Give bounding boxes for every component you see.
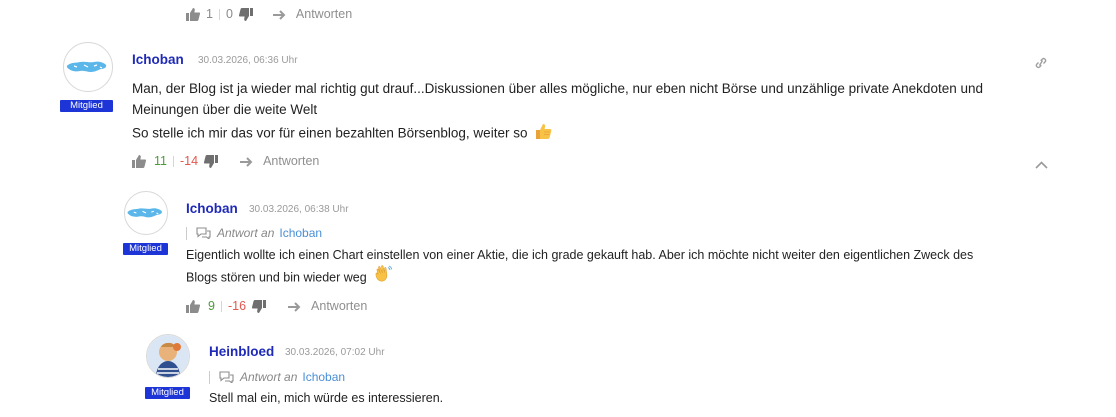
username[interactable]: Heinbloed xyxy=(209,344,274,359)
avatar[interactable] xyxy=(63,42,113,92)
thumbs-up-icon[interactable] xyxy=(186,299,200,313)
dislike-count: -14 xyxy=(179,154,199,168)
avatar[interactable] xyxy=(146,334,190,378)
reply-reference-prefix: Antwort an xyxy=(217,226,275,240)
comment-text: Stell mal ein, mich würde es interessier… xyxy=(209,388,1009,408)
reply-reference-prefix: Antwort an xyxy=(240,370,298,384)
reply-button[interactable]: Antworten xyxy=(240,154,319,168)
comment-text: Man, der Blog ist ja wieder mal richtig … xyxy=(132,78,1052,147)
dislike-count: 0 xyxy=(225,7,233,21)
comment-line: So stelle ich mir das vor für einen beza… xyxy=(132,121,1052,147)
thumbs-down-icon[interactable] xyxy=(238,7,253,21)
chat-bubble-icon xyxy=(196,227,211,239)
avatar-image xyxy=(66,61,107,72)
reply-arrow-icon xyxy=(272,9,286,20)
reply-arrow-icon xyxy=(288,301,301,312)
thumbs-up-icon[interactable] xyxy=(186,7,200,21)
thumbs-up-emoji-icon xyxy=(533,121,553,147)
username[interactable]: Ichoban xyxy=(132,52,184,67)
avatar[interactable] xyxy=(124,191,168,235)
like-count: 11 xyxy=(154,154,167,168)
reply-reference-bar xyxy=(209,370,210,384)
waving-hand-emoji-icon xyxy=(373,265,393,291)
comment-text: Eigentlich wollte ich einen Chart einste… xyxy=(186,245,1066,291)
reply-reference: Antwort an Ichoban xyxy=(186,226,322,240)
vote-separator xyxy=(220,300,222,312)
member-badge: Mitglied xyxy=(60,100,113,112)
reply-label: Antworten xyxy=(263,154,320,168)
reply-reference: Antwort an Ichoban xyxy=(209,370,345,384)
vote-separator xyxy=(218,8,220,20)
top-comment-actions: 1 0 Antworten xyxy=(186,6,352,22)
thumbs-down-icon[interactable] xyxy=(204,154,219,168)
reply-reference-bar xyxy=(186,226,187,240)
thumbs-up-icon[interactable] xyxy=(132,154,146,168)
comment-date: 30.03.2026, 07:02 Uhr xyxy=(285,347,385,358)
comment-line: Meinungen über die weite Welt xyxy=(132,102,318,117)
comment-line: Stell mal ein, mich würde es interessier… xyxy=(209,391,444,405)
vote-separator xyxy=(172,155,174,167)
comment-actions: 11 -14 Antworten xyxy=(132,153,319,169)
like-count: 9 xyxy=(208,299,215,313)
member-badge: Mitglied xyxy=(123,243,168,255)
comment-line: Man, der Blog ist ja wieder mal richtig … xyxy=(132,81,983,96)
dislike-count: -16 xyxy=(227,299,247,313)
comment-actions: 9 -16 Antworten xyxy=(186,298,367,314)
avatar-image xyxy=(127,208,162,218)
comment-date: 30.03.2026, 06:36 Uhr xyxy=(198,55,298,66)
like-count: 1 xyxy=(206,7,213,21)
reply-reference-user[interactable]: Ichoban xyxy=(279,226,322,240)
username[interactable]: Ichoban xyxy=(186,201,238,216)
thumbs-down-icon[interactable] xyxy=(252,299,267,313)
reply-arrow-icon xyxy=(240,156,253,167)
reply-label: Antworten xyxy=(311,299,368,313)
comment-line: Eigentlich wollte ich einen Chart einste… xyxy=(186,248,974,262)
reply-button[interactable]: Antworten xyxy=(288,299,367,313)
member-badge: Mitglied xyxy=(145,387,190,399)
chat-bubble-icon xyxy=(219,371,234,383)
avatar-image xyxy=(147,335,189,377)
reply-label: Antworten xyxy=(295,7,353,21)
reply-button[interactable]: Antworten xyxy=(272,7,353,21)
collapse-chevron-icon[interactable] xyxy=(1035,156,1048,174)
comment-date: 30.03.2026, 06:38 Uhr xyxy=(249,204,349,215)
comment-line: Blogs stören und bin wieder weg xyxy=(186,265,1066,291)
reply-reference-user[interactable]: Ichoban xyxy=(302,370,345,384)
link-icon[interactable] xyxy=(1034,56,1048,74)
